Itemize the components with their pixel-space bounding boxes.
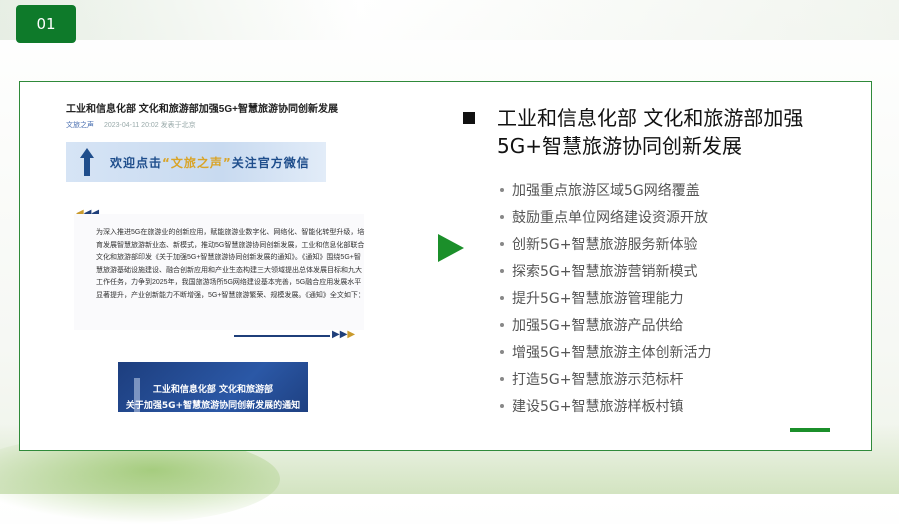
article-source: 文旅之声 (66, 122, 94, 129)
list-item: 鼓励重点单位网络建设资源开放 (500, 203, 712, 230)
bullet-dot-icon (500, 214, 504, 219)
play-triangle-icon (438, 234, 464, 262)
article-location: 发表于北京 (160, 122, 196, 129)
bullet-dot-icon (500, 349, 504, 354)
list-item: 打造5G+智慧旅游示范标杆 (500, 365, 712, 392)
follow-banner: 欢迎点击“文旅之声”关注官方微信 (66, 142, 326, 182)
list-item: 加强重点旅游区域5G网络覆盖 (500, 176, 712, 203)
bullet-dot-icon (500, 403, 504, 408)
banner-post: 关注官方微信 (231, 156, 310, 170)
chevron-ornament-icon: ▶▶▶ (332, 329, 356, 340)
ornament-line-bottom (234, 335, 330, 337)
list-item-text: 建设5G+智慧旅游样板村镇 (512, 398, 684, 415)
document-cover: 工业和信息化部 文化和旅游部 关于加强5G+智慧旅游协同创新发展的通知 (118, 362, 308, 412)
square-bullet-icon (463, 112, 475, 124)
list-item: 提升5G+智慧旅游管理能力 (500, 284, 712, 311)
slide-heading: 工业和信息化部 文化和旅游部加强5G+智慧旅游协同创新发展 (463, 104, 843, 160)
cover-line-2: 关于加强5G+智慧旅游协同创新发展的通知 (125, 401, 301, 411)
bullet-dot-icon (500, 295, 504, 300)
article-title: 工业和信息化部 文化和旅游部加强5G+智慧旅游协同创新发展 (66, 104, 338, 115)
article-paragraph: 为深入推进5G在旅游业的创新应用，赋能旅游业数字化、网络化、智能化转型升级，培育… (96, 229, 365, 299)
list-item-text: 打造5G+智慧旅游示范标杆 (512, 371, 684, 388)
cover-line-1: 工业和信息化部 文化和旅游部 (152, 385, 274, 395)
banner-pre: 欢迎点击 (110, 156, 163, 170)
accent-bar (790, 428, 830, 432)
list-item-text: 提升5G+智慧旅游管理能力 (512, 290, 684, 307)
bullet-dot-icon (500, 187, 504, 192)
banner-text: 欢迎点击“文旅之声”关注官方微信 (110, 154, 310, 171)
list-item-text: 鼓励重点单位网络建设资源开放 (512, 209, 708, 226)
list-item: 建设5G+智慧旅游样板村镇 (500, 392, 712, 419)
list-item: 探索5G+智慧旅游营销新模式 (500, 257, 712, 284)
heading-text: 工业和信息化部 文化和旅游部加强5G+智慧旅游协同创新发展 (497, 106, 804, 158)
list-item: 创新5G+智慧旅游服务新体验 (500, 230, 712, 257)
banner-highlight: “文旅之声” (162, 156, 232, 170)
list-item-text: 加强重点旅游区域5G网络覆盖 (512, 182, 700, 199)
list-item-text: 创新5G+智慧旅游服务新体验 (512, 236, 698, 253)
arrow-up-icon (80, 148, 94, 176)
list-item-text: 探索5G+智慧旅游营销新模式 (512, 263, 698, 280)
list-item-text: 加强5G+智慧旅游产品供给 (512, 317, 684, 334)
article-screenshot: 工业和信息化部 文化和旅游部加强5G+智慧旅游协同创新发展 文旅之声 2023-… (34, 88, 420, 412)
bullet-dot-icon (500, 376, 504, 381)
article-date: 2023-04-11 20:02 (103, 122, 159, 129)
bullet-dot-icon (500, 241, 504, 246)
bullet-dot-icon (500, 268, 504, 273)
article-meta: 文旅之声 2023-04-11 20:02 发表于北京 (66, 120, 196, 130)
list-item-text: 增强5G+智慧旅游主体创新活力 (512, 344, 712, 361)
measures-list: 加强重点旅游区域5G网络覆盖 鼓励重点单位网络建设资源开放 创新5G+智慧旅游服… (500, 176, 712, 419)
bullet-dot-icon (500, 322, 504, 327)
slide-number-badge: 01 (16, 5, 76, 43)
background-decoration-top (0, 0, 899, 40)
list-item: 加强5G+智慧旅游产品供给 (500, 311, 712, 338)
slide-number: 01 (36, 15, 56, 33)
list-item: 增强5G+智慧旅游主体创新活力 (500, 338, 712, 365)
